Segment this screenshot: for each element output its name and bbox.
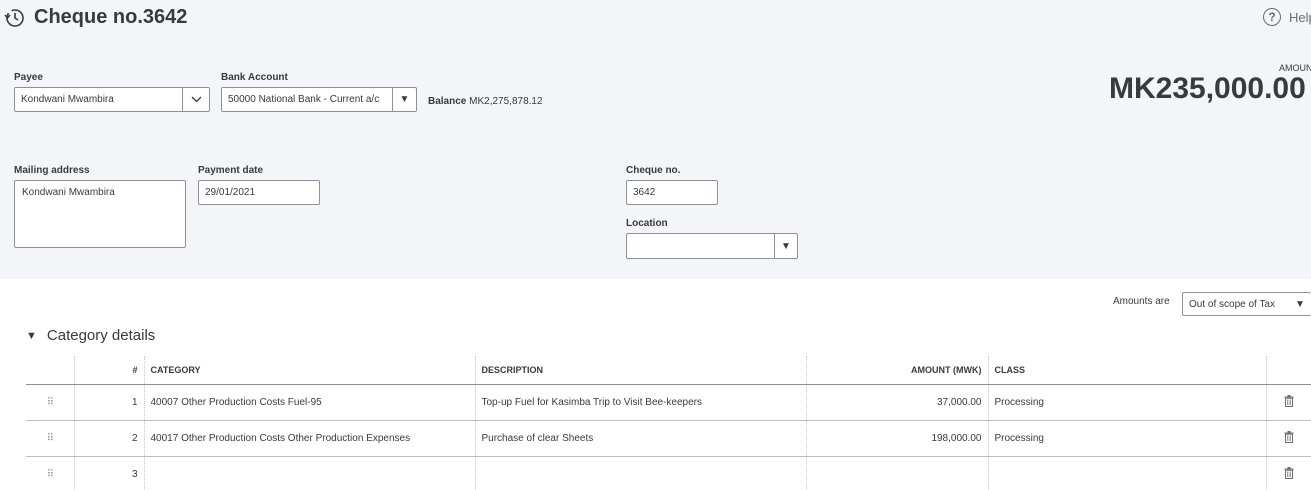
amount-cell[interactable]: 198,000.00 — [805, 420, 988, 457]
delete-row-button[interactable] — [1265, 420, 1311, 457]
description-cell[interactable] — [474, 456, 806, 490]
bank-account-value: 50000 National Bank - Current a/c — [228, 94, 380, 105]
amount-column-header: AMOUNT (MWK) — [805, 356, 988, 385]
class-cell[interactable]: Processing — [987, 384, 1266, 421]
row-number: 3 — [73, 456, 144, 490]
drag-handle-icon[interactable]: ⠿ — [47, 433, 54, 444]
history-icon[interactable] — [4, 7, 26, 29]
trash-icon — [1284, 466, 1294, 479]
amount-cell[interactable] — [805, 456, 988, 490]
delete-row-button[interactable] — [1265, 384, 1311, 421]
drag-handle-icon[interactable]: ⠿ — [47, 397, 54, 408]
row-number: 2 — [73, 420, 144, 457]
class-cell[interactable]: Processing — [987, 420, 1266, 457]
payment-date-input[interactable]: 29/01/2021 — [198, 180, 320, 205]
mailing-address-label: Mailing address — [14, 165, 90, 176]
table-row[interactable]: ⠿ 2 40017 Other Production Costs Other P… — [26, 420, 1311, 457]
category-cell[interactable]: 40007 Other Production Costs Fuel-95 — [143, 384, 475, 421]
trash-icon — [1284, 430, 1294, 443]
category-details-toggle[interactable]: ▼ Category details — [26, 327, 155, 344]
trash-icon — [1284, 394, 1294, 407]
help-label: Help — [1289, 9, 1311, 25]
delete-row-button[interactable] — [1265, 456, 1311, 490]
caret-down-icon: ▼ — [399, 94, 410, 105]
row-number: 1 — [73, 384, 144, 421]
table-row[interactable]: ⠿ 1 40007 Other Production Costs Fuel-95… — [26, 384, 1311, 421]
payee-select[interactable]: Kondwani Mwambira — [14, 87, 210, 112]
payee-label: Payee — [14, 72, 43, 83]
payment-date-label: Payment date — [198, 165, 264, 176]
category-details-title: Category details — [46, 327, 156, 344]
location-dropdown-button[interactable]: ▼ — [774, 234, 797, 258]
description-column-header: DESCRIPTION — [474, 356, 806, 385]
chevron-down-icon — [191, 96, 201, 103]
drag-handle-icon[interactable]: ⠿ — [47, 469, 54, 480]
drag-column-header — [26, 356, 74, 385]
amount-cell[interactable]: 37,000.00 — [805, 384, 988, 421]
balance-value: MK2,275,878.12 — [469, 96, 543, 107]
caret-down-icon: ▼ — [1295, 298, 1305, 310]
location-select[interactable]: ▼ — [626, 233, 798, 259]
cheque-no-input[interactable]: 3642 — [626, 180, 718, 205]
mailing-address-input[interactable]: Kondwani Mwambira — [14, 180, 186, 248]
tax-treatment-dropdown-button[interactable]: ▼ — [1289, 293, 1311, 315]
category-cell[interactable]: 40017 Other Production Costs Other Produ… — [143, 420, 475, 457]
tax-treatment-value: Out of scope of Tax — [1189, 298, 1275, 310]
table-header-row: # CATEGORY DESCRIPTION AMOUNT (MWK) CLAS… — [26, 356, 1311, 385]
caret-down-icon: ▼ — [781, 240, 791, 252]
page-title: Cheque no.3642 — [34, 6, 188, 28]
class-column-header: CLASS — [987, 356, 1266, 385]
description-cell[interactable]: Purchase of clear Sheets — [474, 420, 806, 457]
help-button[interactable]: ? Help — [1263, 8, 1311, 26]
num-column-header: # — [73, 356, 144, 385]
location-label: Location — [626, 218, 668, 229]
category-details-table: # CATEGORY DESCRIPTION AMOUNT (MWK) CLAS… — [26, 356, 1311, 490]
bank-account-label: Bank Account — [221, 72, 288, 83]
table-row[interactable]: ⠿ 3 — [26, 456, 1311, 490]
actions-column-header — [1265, 356, 1311, 385]
payee-dropdown-button[interactable] — [182, 88, 209, 111]
category-column-header: CATEGORY — [143, 356, 475, 385]
payee-value: Kondwani Mwambira — [21, 94, 114, 105]
cheque-no-label: Cheque no. — [626, 165, 681, 176]
amounts-are-label: Amounts are — [1113, 296, 1170, 307]
category-cell[interactable] — [143, 456, 475, 490]
amount-value: MK235,000.00 — [1109, 72, 1306, 105]
bank-balance: Balance MK2,275,878.12 — [428, 96, 543, 107]
location-value — [627, 234, 774, 258]
description-cell[interactable]: Top-up Fuel for Kasimba Trip to Visit Be… — [474, 384, 806, 421]
bank-account-select[interactable]: 50000 National Bank - Current a/c ▼ — [221, 87, 417, 112]
help-icon: ? — [1263, 8, 1281, 26]
class-cell[interactable] — [987, 456, 1266, 490]
bank-account-dropdown-button[interactable]: ▼ — [392, 88, 416, 111]
tax-treatment-select[interactable]: Out of scope of Tax ▼ — [1182, 292, 1311, 316]
collapse-triangle-icon: ▼ — [26, 329, 37, 342]
balance-label: Balance — [428, 96, 467, 107]
